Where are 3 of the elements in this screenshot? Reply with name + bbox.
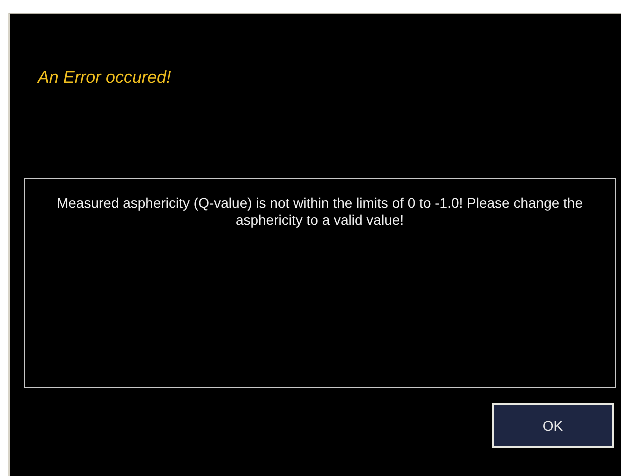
error-message: Measured asphericity (Q-value) is not within the limits of 0 to -1.0! Please change the asphericity to a valid value! bbox=[56, 195, 584, 228]
error-title: An Error occured! bbox=[38, 68, 172, 89]
ok-button[interactable]: OK bbox=[492, 403, 614, 448]
